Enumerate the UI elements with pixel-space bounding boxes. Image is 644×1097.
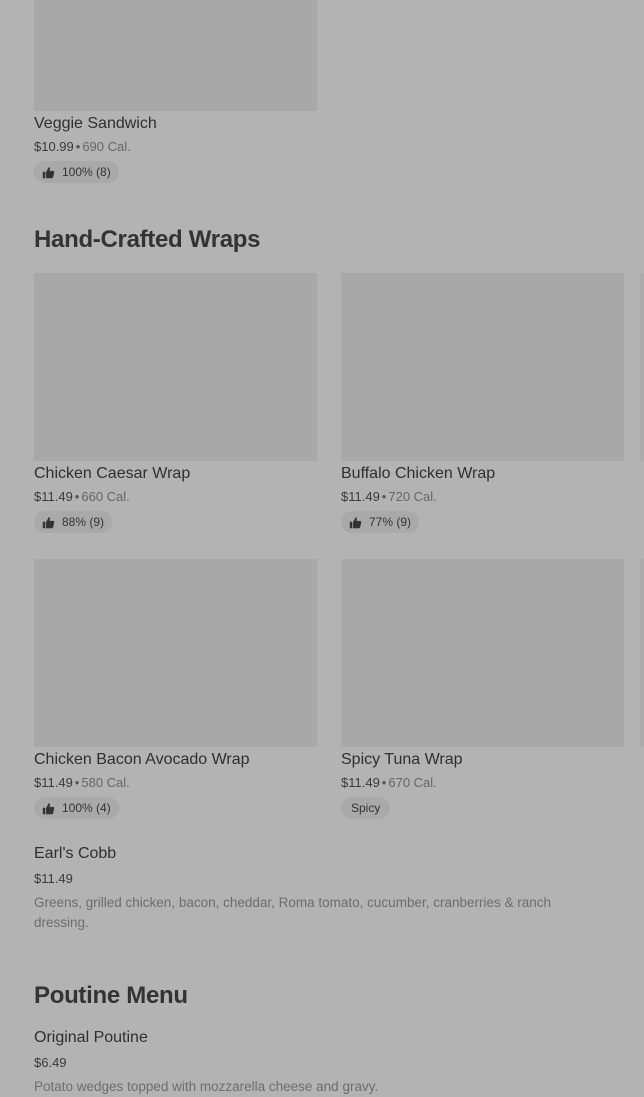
item-name[interactable]: Veggie Sandwich [34,115,157,133]
item-calories: 660 Cal. [81,489,130,504]
next-card-edge [640,559,644,747]
item-price: $11.49 [341,489,380,504]
rating-text: 100% (4) [62,801,111,815]
tag-badge-spicy: Spicy [341,797,391,819]
item-price: $11.49 [34,871,73,886]
item-description: Greens, grilled chicken, bacon, cheddar,… [34,895,552,930]
item-price: $6.49 [34,1055,67,1070]
item-meta: $11.49 • 670 Cal. [341,775,437,790]
rating-badge: 77% (9) [341,511,420,533]
item-image-veggie-sandwich[interactable] [34,0,317,111]
item-name[interactable]: Chicken Caesar Wrap [34,465,190,483]
item-name[interactable]: Chicken Bacon Avocado Wrap [34,751,250,769]
separator: • [74,489,80,504]
rating-text: 100% (8) [62,165,111,179]
separator: • [381,489,387,504]
item-price: $11.49 [34,775,73,790]
thumbs-up-icon [349,516,362,528]
item-calories: 690 Cal. [82,139,131,154]
item-image-spicy-tuna-wrap[interactable] [341,559,624,747]
item-meta: $11.49 • 720 Cal. [341,489,437,504]
item-meta: $11.49 • 580 Cal. [34,775,130,790]
rating-badge: 100% (4) [34,797,119,819]
item-calories: 670 Cal. [388,775,437,790]
item-name[interactable]: Earl's Cobb [34,845,116,863]
thumbs-up-icon [42,802,55,814]
rating-text: 77% (9) [369,515,412,529]
item-name[interactable]: Spicy Tuna Wrap [341,751,463,769]
thumbs-up-icon [42,516,55,528]
item-image-chicken-caesar-wrap[interactable] [34,273,317,461]
next-card-edge [640,273,644,461]
tag-text: Spicy [351,801,381,815]
item-calories: 580 Cal. [81,775,130,790]
separator: • [74,775,80,790]
section-title-poutine: Poutine Menu [34,982,188,1009]
rating-badge: 88% (9) [34,511,113,533]
item-price: $11.49 [34,489,73,504]
item-price: $10.99 [34,139,74,154]
rating-text: 88% (9) [62,515,105,529]
item-description: Potato wedges topped with mozzarella che… [34,1079,379,1094]
item-image-chicken-bacon-avocado-wrap[interactable] [34,559,317,747]
item-meta: $11.49 • 660 Cal. [34,489,130,504]
item-price: $11.49 [341,775,380,790]
thumbs-up-icon [42,166,55,178]
item-image-buffalo-chicken-wrap[interactable] [341,273,624,461]
separator: • [381,775,387,790]
section-title-wraps: Hand-Crafted Wraps [34,226,261,253]
item-meta: $10.99 • 690 Cal. [34,139,131,154]
separator: • [75,139,81,154]
rating-badge: 100% (8) [34,161,119,183]
item-name[interactable]: Buffalo Chicken Wrap [341,465,495,483]
item-name[interactable]: Original Poutine [34,1029,148,1047]
item-calories: 720 Cal. [388,489,437,504]
